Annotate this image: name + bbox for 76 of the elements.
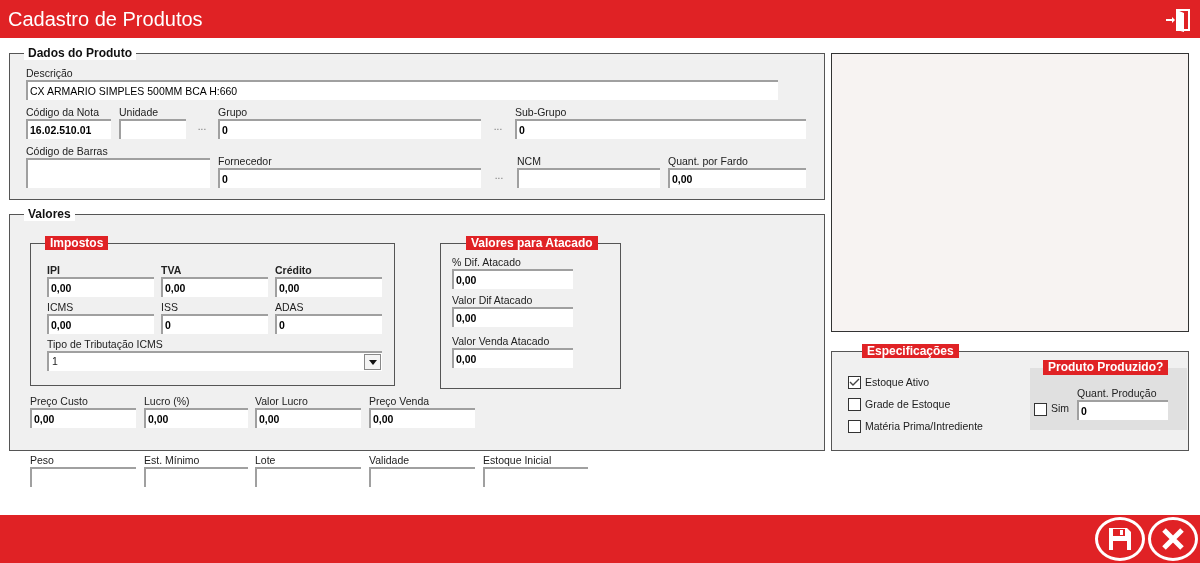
input-field[interactable]: 0,00 [452, 307, 573, 327]
checkbox[interactable] [848, 419, 861, 433]
field-label: ICMS [47, 301, 75, 314]
input-field[interactable]: 0 [218, 168, 481, 188]
input-field[interactable]: 0,00 [452, 269, 573, 289]
field-label: Quant. Produção [1077, 387, 1158, 400]
input-field[interactable]: 0,00 [255, 408, 361, 428]
input-field[interactable]: 0,00 [30, 408, 136, 428]
group-title: Valores para Atacado [466, 236, 598, 250]
field-label: Código da Nota [26, 106, 100, 119]
lookup-button[interactable]: ... [481, 170, 517, 182]
group-title: Especificações [862, 344, 959, 358]
field-label: Valor Venda Atacado [452, 335, 551, 348]
save-icon [1107, 526, 1133, 552]
input-field[interactable]: 0,00 [452, 348, 573, 368]
field-label: Peso [30, 454, 55, 467]
field-label: ISS [161, 301, 179, 314]
input-field[interactable] [119, 119, 186, 139]
group-title: Dados do Produto [24, 46, 136, 60]
field-label: Valor Lucro [255, 395, 309, 408]
input-field[interactable] [517, 168, 660, 188]
field-label: Validade [369, 454, 411, 467]
close-button[interactable] [1148, 517, 1198, 561]
field-label: Est. Mínimo [144, 454, 201, 467]
field-label: ADAS [275, 301, 305, 314]
input-field[interactable]: CX ARMARIO SIMPLES 500MM BCA H:660 [26, 80, 778, 100]
input-field[interactable]: 0,00 [144, 408, 248, 428]
field-label: Lucro (%) [144, 395, 191, 408]
field-label: Quant. por Fardo [668, 155, 749, 168]
field-label: Valor Dif Atacado [452, 294, 534, 307]
checkbox-label: Estoque Ativo [865, 375, 930, 390]
field-label: NCM [517, 155, 542, 168]
field-label: Descrição [26, 67, 74, 80]
input-field[interactable]: 0,00 [47, 314, 154, 334]
input-field[interactable]: 16.02.510.01 [26, 119, 111, 139]
input-field[interactable]: 0 [275, 314, 382, 334]
field-label: % Dif. Atacado [452, 256, 522, 269]
exit-icon[interactable] [1164, 7, 1192, 33]
field-label: Estoque Inicial [483, 454, 553, 467]
field-label: Grupo [218, 106, 249, 119]
input-field[interactable]: 0 [218, 119, 481, 139]
window-title: Cadastro de Produtos [8, 7, 203, 32]
group-title: Produto Produzido? [1043, 360, 1169, 375]
field-label: TVA [161, 264, 183, 277]
field-label: Unidade [119, 106, 160, 119]
checkbox[interactable] [848, 398, 861, 412]
field-label: Crédito [275, 264, 313, 277]
field-label: IPI [47, 264, 61, 277]
checkbox-label: Grade de Estoque [865, 396, 951, 412]
field-label: Sub-Grupo [515, 106, 568, 119]
field-label: Preço Venda [369, 395, 431, 408]
input-field[interactable]: 0,00 [161, 277, 268, 297]
save-button[interactable] [1095, 517, 1145, 561]
checkbox-label: Matéria Prima/Intrediente [865, 418, 983, 434]
close-icon [1161, 527, 1185, 551]
input-field[interactable]: 0,00 [275, 277, 382, 297]
lookup-button[interactable]: ... [481, 121, 515, 133]
checkbox-label: Sim [1051, 401, 1070, 417]
field-label: Fornecedor [218, 155, 273, 168]
input-field[interactable]: 0 [515, 119, 806, 139]
checkbox[interactable] [1034, 402, 1047, 416]
field-label: Lote [255, 454, 277, 467]
checkbox[interactable] [848, 376, 861, 390]
group-title: Valores [24, 207, 75, 221]
input-field[interactable] [26, 158, 210, 188]
field-label: Código de Barras [26, 145, 109, 158]
lookup-button[interactable]: ... [186, 121, 218, 133]
input-field[interactable]: 0 [161, 314, 268, 334]
field-label: Preço Custo [30, 395, 89, 408]
dropdown[interactable]: 1 [47, 351, 382, 371]
field-label: Tipo de Tributação ICMS [47, 338, 164, 351]
group-title: Impostos [45, 236, 109, 250]
input-field[interactable]: 0,00 [369, 408, 475, 428]
input-field[interactable]: 0,00 [668, 168, 806, 188]
input-field[interactable]: 0 [1077, 400, 1169, 420]
input-field[interactable]: 0,00 [47, 277, 154, 297]
